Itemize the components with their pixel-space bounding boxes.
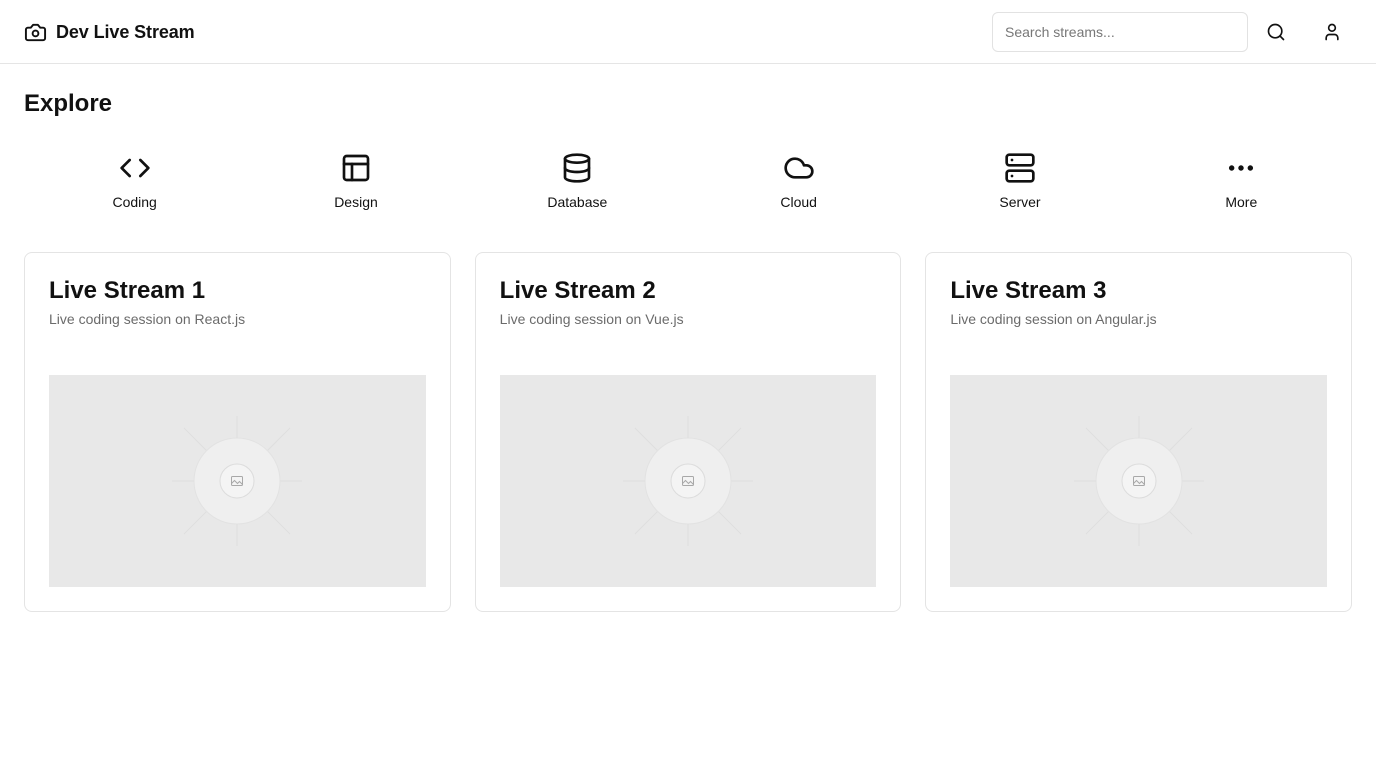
cloud-icon: [783, 157, 814, 179]
stream-description: Live coding session on Angular.js: [950, 311, 1157, 327]
search-button[interactable]: [1260, 16, 1292, 48]
category-label: Cloud: [780, 194, 817, 210]
profile-button[interactable]: [1316, 16, 1348, 48]
stream-card[interactable]: Live Stream 3 Live coding session on Ang…: [925, 252, 1353, 612]
image-placeholder-icon: [172, 416, 303, 546]
category-coding[interactable]: Coding: [24, 148, 245, 218]
camera-icon: [24, 23, 47, 41]
category-server[interactable]: Server: [909, 148, 1130, 218]
code-icon: [119, 158, 150, 178]
stream-description: Live coding session on React.js: [49, 311, 246, 327]
database-icon: [563, 153, 591, 183]
stream-list: Live Stream 1 Live coding session on Rea…: [24, 252, 1353, 612]
stream-thumbnail[interactable]: [499, 375, 877, 587]
layout-icon: [342, 154, 370, 182]
more-horizontal-icon: [1229, 165, 1254, 171]
stream-description: Live coding session on Vue.js: [499, 311, 684, 327]
stream-card[interactable]: Live Stream 2 Live coding session on Vue…: [474, 252, 902, 612]
category-label: Design: [334, 194, 378, 210]
stream-card[interactable]: Live Stream 1 Live coding session on Rea…: [24, 252, 451, 612]
app-title: Dev Live Stream: [56, 21, 195, 42]
stream-thumbnail[interactable]: [49, 375, 426, 587]
stream-title: Live Stream 3: [950, 277, 1107, 304]
image-placeholder-icon: [623, 416, 753, 546]
search-icon: [1267, 23, 1285, 41]
stream-title: Live Stream 2: [499, 277, 656, 304]
category-label: Database: [547, 194, 608, 210]
stream-thumbnail[interactable]: [950, 375, 1328, 587]
category-cloud[interactable]: Cloud: [688, 148, 909, 218]
server-icon: [1005, 153, 1035, 183]
category-database[interactable]: Database: [467, 148, 688, 218]
user-icon: [1325, 23, 1339, 41]
top-header: Dev Live Stream: [0, 0, 1376, 64]
category-label: More: [1225, 194, 1258, 210]
category-more[interactable]: More: [1131, 148, 1352, 218]
category-label: Server: [999, 194, 1041, 210]
brand[interactable]: Dev Live Stream: [24, 20, 195, 44]
stream-title: Live Stream 1: [49, 277, 206, 304]
category-design[interactable]: Design: [245, 148, 466, 218]
category-bar: Coding Design Database Cloud Server More: [24, 148, 1352, 218]
search-input[interactable]: [992, 12, 1248, 52]
page-title: Explore: [24, 90, 113, 117]
image-placeholder-icon: [1073, 416, 1204, 546]
category-label: Coding: [112, 194, 157, 210]
